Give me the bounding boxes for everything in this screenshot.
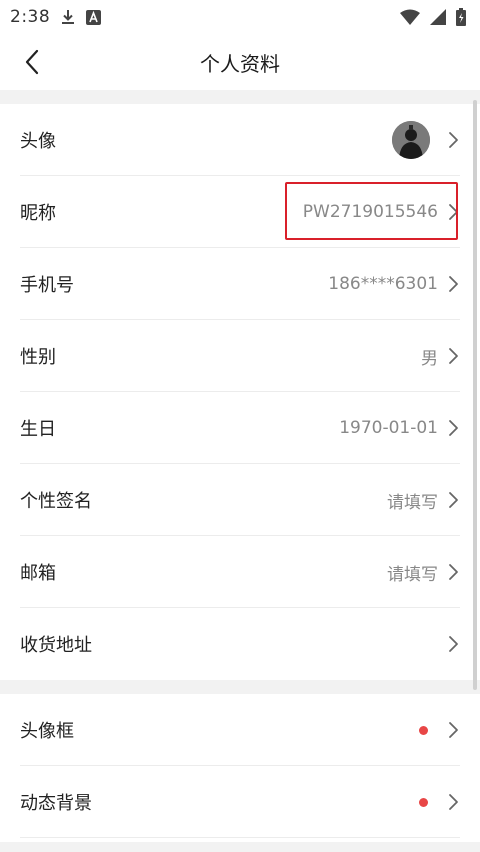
email-value: 请填写 bbox=[387, 564, 438, 585]
chevron-right-icon bbox=[448, 202, 460, 222]
row-label: 昵称 bbox=[20, 203, 56, 224]
header: 个人资料 bbox=[0, 34, 480, 90]
bottom-edge bbox=[0, 842, 480, 852]
birthday-value: 1970-01-01 bbox=[339, 418, 438, 438]
nickname-value: PW2719015546 bbox=[302, 202, 438, 222]
decoration-list: 头像框 动态背景 bbox=[0, 694, 480, 838]
status-bar: 2:38 bbox=[0, 0, 480, 34]
row-address[interactable]: 收货地址 bbox=[0, 608, 480, 680]
row-phone[interactable]: 手机号 186****6301 bbox=[0, 248, 480, 320]
new-badge-dot bbox=[419, 725, 428, 735]
row-label: 动态背景 bbox=[20, 793, 92, 814]
row-avatar-frame[interactable]: 头像框 bbox=[0, 694, 480, 766]
chevron-right-icon bbox=[448, 634, 460, 654]
section-gap bbox=[0, 90, 480, 104]
row-avatar[interactable]: 头像 bbox=[0, 104, 480, 176]
row-label: 手机号 bbox=[20, 275, 74, 296]
status-time: 2:38 bbox=[10, 7, 51, 27]
profile-list: 头像 昵称 PW2719015546 手机号 186****6301 性别 男 bbox=[0, 104, 480, 680]
row-email[interactable]: 邮箱 请填写 bbox=[0, 536, 480, 608]
section-gap bbox=[0, 680, 480, 694]
row-label: 性别 bbox=[20, 347, 56, 368]
download-icon bbox=[60, 9, 76, 25]
page-title: 个人资料 bbox=[200, 51, 280, 76]
gender-value: 男 bbox=[421, 348, 438, 369]
row-gender[interactable]: 性别 男 bbox=[0, 320, 480, 392]
row-label: 头像 bbox=[20, 131, 56, 152]
chevron-right-icon bbox=[448, 792, 460, 812]
chevron-right-icon bbox=[448, 418, 460, 438]
avatar bbox=[392, 121, 430, 159]
new-badge-dot bbox=[419, 797, 428, 807]
a-notification-icon bbox=[86, 9, 102, 25]
battery-icon bbox=[456, 8, 466, 26]
chevron-right-icon bbox=[448, 562, 460, 582]
row-label: 个性签名 bbox=[20, 491, 92, 512]
chevron-right-icon bbox=[448, 274, 460, 294]
row-label: 收货地址 bbox=[20, 635, 92, 656]
row-label: 头像框 bbox=[20, 721, 74, 742]
row-birthday[interactable]: 生日 1970-01-01 bbox=[0, 392, 480, 464]
chevron-right-icon bbox=[448, 130, 460, 150]
signature-value: 请填写 bbox=[387, 492, 438, 513]
back-button[interactable] bbox=[12, 42, 52, 82]
row-label: 生日 bbox=[20, 419, 56, 440]
chevron-right-icon bbox=[448, 490, 460, 510]
row-label: 邮箱 bbox=[20, 563, 56, 584]
signal-icon bbox=[430, 9, 446, 25]
chevron-left-icon bbox=[25, 49, 39, 75]
phone-value: 186****6301 bbox=[328, 274, 438, 294]
scrollbar[interactable] bbox=[473, 100, 477, 690]
chevron-right-icon bbox=[448, 720, 460, 740]
row-signature[interactable]: 个性签名 请填写 bbox=[0, 464, 480, 536]
row-dynamic-background[interactable]: 动态背景 bbox=[0, 766, 480, 838]
chevron-right-icon bbox=[448, 346, 460, 366]
row-nickname[interactable]: 昵称 PW2719015546 bbox=[0, 176, 480, 248]
wifi-icon bbox=[400, 9, 420, 25]
